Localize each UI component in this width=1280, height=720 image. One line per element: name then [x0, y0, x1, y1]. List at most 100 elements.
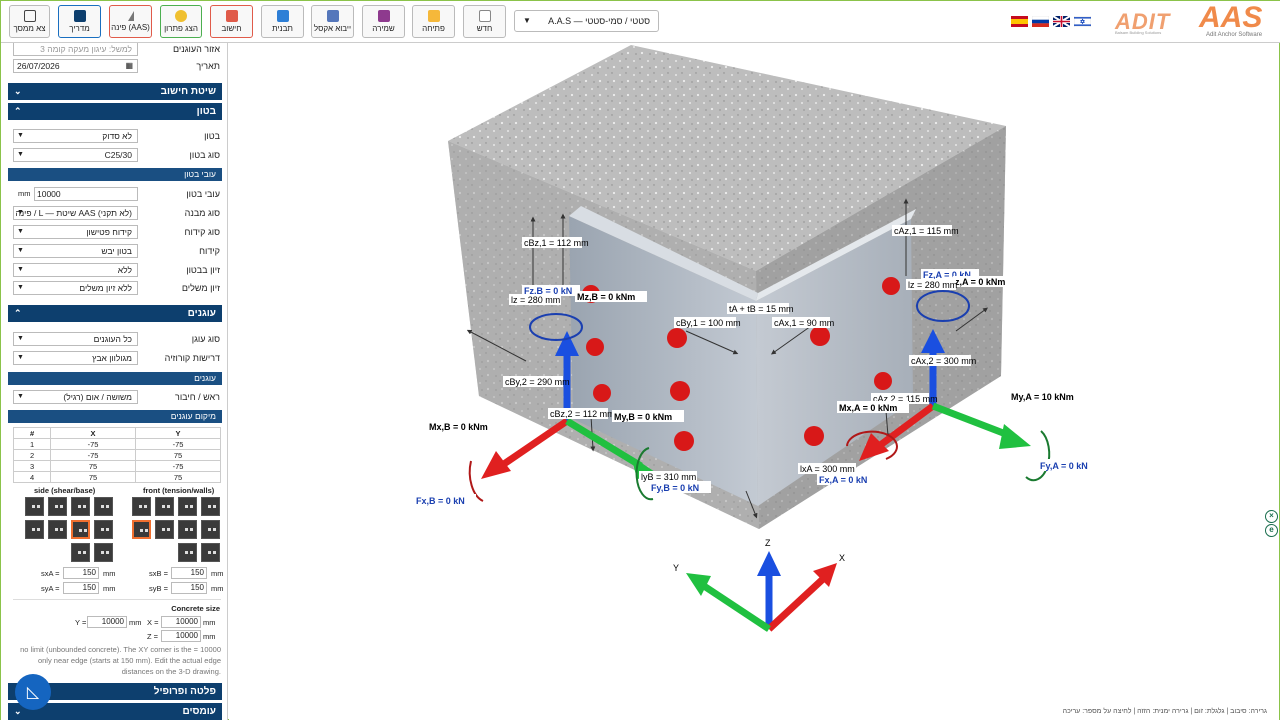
area-input[interactable]: למשל: עיגון מעקה קומה 3	[13, 43, 138, 56]
front-pattern-option[interactable]	[132, 497, 151, 516]
lightbulb-icon	[175, 10, 187, 22]
front-pattern-option[interactable]	[178, 520, 197, 539]
anchor-type-label: סוג עוגן	[191, 334, 220, 344]
cAx2-label: cAx,2 = 300 mm	[911, 356, 976, 366]
anchor-type-select[interactable]: ▼ כל העוגנים	[13, 332, 138, 346]
section-concrete[interactable]: ⌃ בטון	[8, 103, 222, 120]
cBz1-label: cBz,1 = 112 mm	[524, 238, 589, 248]
ruler-fab-button[interactable]: ◺	[15, 674, 51, 710]
thickness-input[interactable]: 10000	[34, 187, 138, 201]
3d-viewer[interactable]: cBz,1 = 112 mm cAz,1 = 115 mm Fz,B = 0 k…	[229, 43, 1279, 720]
israel-flag-icon[interactable]	[1074, 16, 1091, 27]
close-panel-icon[interactable]: ×	[1265, 510, 1278, 523]
table-row[interactable]: 1 -75 -75	[12, 438, 221, 450]
side-pattern-option[interactable]	[48, 497, 67, 516]
drill-condition-select[interactable]: ▼ בטון יבש	[13, 244, 138, 258]
section-calc-method[interactable]: ⌄ שיטת חישוב	[8, 83, 222, 100]
aas-logo-subtitle: Adit Anchor Software	[1206, 32, 1263, 38]
sxB-label: sxB =	[149, 569, 168, 578]
z-axis-label: Z	[765, 538, 771, 548]
FxA-label: Fx,A = 0 kN	[819, 475, 867, 485]
side-pattern-option[interactable]	[71, 543, 90, 562]
toolbar: צא ממסך מדריך פינה (AAS) הצג פתרון חישוב…	[1, 1, 1280, 43]
front-pattern-option[interactable]	[201, 497, 220, 516]
calculate-button[interactable]: חישוב	[210, 5, 253, 38]
chevron-down-icon: ▼	[17, 393, 24, 400]
size-z-input[interactable]: 10000	[161, 630, 201, 642]
front-pattern-option[interactable]	[178, 543, 197, 562]
syA-input[interactable]: 150	[63, 582, 99, 594]
open-button[interactable]: פתיחה	[412, 5, 455, 38]
table-row[interactable]: 4 75 75	[12, 471, 221, 483]
new-button[interactable]: חדש	[463, 5, 506, 38]
section-anchors[interactable]: ⌃ עוגנים	[8, 305, 222, 322]
project-type-select[interactable]: ▼ A.A.S — סטטי / סמי-סטטי	[514, 10, 659, 32]
side-pattern-title: side (shear/base)	[34, 486, 96, 495]
front-pattern-option[interactable]	[178, 497, 197, 516]
side-pattern-option[interactable]	[71, 497, 90, 516]
syB-label: syB =	[149, 584, 168, 593]
import-icon	[326, 10, 339, 22]
template-button[interactable]: תבנית	[261, 5, 304, 38]
side-pattern-option-selected[interactable]	[71, 520, 90, 539]
uk-flag-icon[interactable]	[1053, 16, 1070, 27]
MzB-label: Mz,B = 0 kNm	[577, 292, 635, 302]
concrete-state-select[interactable]: ▼ לא סדוק	[13, 129, 138, 143]
unit-label: mm	[203, 632, 216, 641]
side-pattern-option[interactable]	[94, 497, 113, 516]
window-icon	[23, 10, 36, 22]
guide-button[interactable]: מדריך	[58, 5, 101, 38]
edge-rebar-select[interactable]: ▼ ללא זיון משלים	[13, 281, 138, 295]
drill-label: סוג קידוח	[184, 227, 220, 237]
status-hint: גרירה: סיבוב | גלגלת: זום | גרירה ימנית:…	[1062, 708, 1267, 715]
russia-flag-icon[interactable]	[1032, 16, 1049, 27]
side-pattern-option[interactable]	[25, 497, 44, 516]
front-pattern-option[interactable]	[155, 497, 174, 516]
chevron-down-icon: ▼	[17, 209, 24, 216]
sidebar: אזור העוגנים למשל: עיגון מעקה קומה 3 תאר…	[1, 43, 228, 720]
3d-scene[interactable]: cBz,1 = 112 mm cAz,1 = 115 mm Fz,B = 0 k…	[229, 43, 1279, 720]
front-pattern-option-selected[interactable]	[132, 520, 151, 539]
divider	[13, 599, 221, 600]
calendar-icon[interactable]: ▦	[125, 60, 133, 72]
cBz2-label: cBz,2 = 112 mm	[550, 409, 615, 419]
rebar-select[interactable]: ▼ ללא	[13, 263, 138, 277]
size-y-input[interactable]: 10000	[87, 616, 127, 628]
show-solution-button[interactable]: הצג פתרון	[160, 5, 202, 38]
side-pattern-option[interactable]	[48, 520, 67, 539]
info-icon[interactable]: e	[1265, 524, 1278, 537]
front-pattern-option[interactable]	[155, 520, 174, 539]
sxB-input[interactable]: 150	[171, 567, 207, 579]
table-row[interactable]: 3 75 -75	[12, 460, 221, 472]
import-excel-button[interactable]: ייבוא אקסל	[311, 5, 354, 38]
side-pattern-option[interactable]	[94, 520, 113, 539]
table-row[interactable]: 2 -75 75	[12, 449, 221, 461]
syB-input[interactable]: 150	[171, 582, 207, 594]
unit-label: mm	[103, 569, 116, 578]
save-button[interactable]: שמירה	[362, 5, 405, 38]
concrete-size-title: Concrete size	[171, 604, 220, 613]
thickness-unit: mm	[18, 189, 31, 198]
chevron-down-icon: ▼	[17, 335, 24, 342]
front-pattern-option[interactable]	[201, 543, 220, 562]
thickness-label: עובי בטון	[186, 189, 220, 199]
exit-screen-button[interactable]: צא ממסך	[9, 5, 50, 38]
side-pattern-option[interactable]	[94, 543, 113, 562]
structure-type-select[interactable]: ▼ פינה / L — שיטת AAS (לא תקני)	[13, 206, 138, 220]
head-select[interactable]: ▼ משושה / אום (רגיל)	[13, 390, 138, 404]
lyB-label: lyB = 310 mm	[641, 472, 696, 482]
sxA-input[interactable]: 150	[63, 567, 99, 579]
concrete-grade-select[interactable]: ▼ C25/30	[13, 148, 138, 162]
front-pattern-option[interactable]	[201, 520, 220, 539]
chevron-down-icon: ▼	[17, 266, 24, 273]
drill-condition-label: קידוח	[199, 246, 220, 256]
corrosion-select[interactable]: ▼ מגולוון אבץ	[13, 351, 138, 365]
side-pattern-option[interactable]	[25, 520, 44, 539]
spain-flag-icon[interactable]	[1011, 16, 1028, 27]
date-input[interactable]: 26/07/2026 ▦	[13, 59, 138, 73]
corner-aas-button[interactable]: פינה (AAS)	[109, 5, 152, 38]
aas-logo: AAS	[1199, 1, 1263, 34]
table-header: # X Y	[12, 427, 221, 439]
drill-type-select[interactable]: ▼ קידוח פטישון	[13, 225, 138, 239]
size-x-input[interactable]: 10000	[161, 616, 201, 628]
